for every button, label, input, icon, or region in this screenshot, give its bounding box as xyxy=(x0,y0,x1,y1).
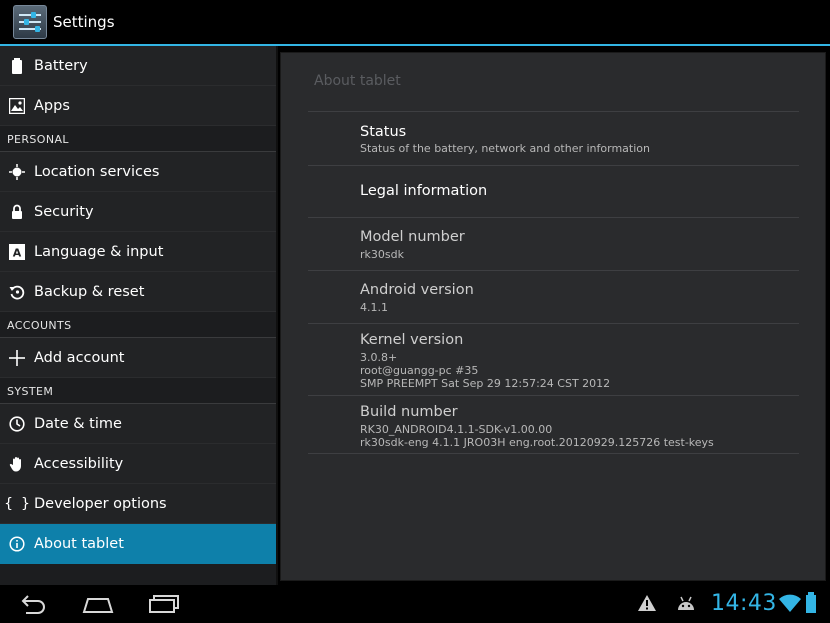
recent-apps-icon xyxy=(149,595,179,613)
sidebar-item-language-input[interactable]: A Language & input xyxy=(0,232,276,272)
sidebar-item-developer-options[interactable]: { } Developer options xyxy=(0,484,276,524)
pref-model-number: Model number rk30sdk xyxy=(308,218,799,271)
action-bar: Settings xyxy=(0,0,830,46)
pref-summary: RK30_ANDROID4.1.1-SDK-v1.00.00 xyxy=(360,423,553,436)
location-icon xyxy=(0,163,34,180)
pref-title: Status xyxy=(360,124,407,140)
section-header-personal: PERSONAL xyxy=(0,126,276,152)
about-tablet-panel: About tablet Status Status of the batter… xyxy=(280,52,826,581)
pref-title: Build number xyxy=(360,404,458,420)
pref-legal-information[interactable]: Legal information xyxy=(308,166,799,218)
battery-status-icon xyxy=(805,592,817,618)
pref-summary: 4.1.1 xyxy=(360,301,388,314)
home-icon xyxy=(82,598,114,613)
pref-build-number[interactable]: Build number RK30_ANDROID4.1.1-SDK-v1.00… xyxy=(308,396,799,454)
backup-icon xyxy=(0,284,34,300)
plus-icon xyxy=(0,349,34,366)
home-button[interactable] xyxy=(82,593,114,615)
svg-text:A: A xyxy=(13,246,22,259)
pref-summary: rk30sdk-eng 4.1.1 JRO03H eng.root.201209… xyxy=(360,436,714,449)
sidebar-item-security[interactable]: Security xyxy=(0,192,276,232)
sidebar-item-location-services[interactable]: Location services xyxy=(0,152,276,192)
pref-android-version[interactable]: Android version 4.1.1 xyxy=(308,271,799,324)
sidebar-item-label: Date & time xyxy=(34,415,122,432)
sidebar-item-label: Accessibility xyxy=(34,455,124,472)
pref-summary: root@guangg-pc #35 xyxy=(360,364,479,377)
warning-icon[interactable] xyxy=(638,595,656,615)
settings-icon[interactable] xyxy=(13,5,47,39)
back-button[interactable] xyxy=(18,593,50,615)
wifi-icon xyxy=(779,593,801,617)
sidebar-item-label: Battery xyxy=(34,57,88,74)
braces-icon: { } xyxy=(4,495,30,512)
sidebar-item-label: Language & input xyxy=(34,243,164,260)
sidebar-item-label: Add account xyxy=(34,349,125,366)
pref-title: Legal information xyxy=(360,183,488,199)
app-title: Settings xyxy=(53,13,115,31)
sidebar-item-date-time[interactable]: Date & time xyxy=(0,404,276,444)
pref-title: Model number xyxy=(360,229,465,245)
section-header-system: SYSTEM xyxy=(0,378,276,404)
pref-summary: rk30sdk xyxy=(360,248,404,261)
battery-icon xyxy=(0,57,34,74)
sidebar-item-label: Apps xyxy=(34,97,70,114)
pref-summary: SMP PREEMPT Sat Sep 29 12:57:24 CST 2012 xyxy=(360,377,611,390)
sidebar-item-label: Location services xyxy=(34,163,160,180)
sidebar-item-label: Developer options xyxy=(34,495,167,512)
system-bar xyxy=(0,585,830,623)
pref-kernel-version: Kernel version 3.0.8+ root@guangg-pc #35… xyxy=(308,324,799,396)
sidebar-item-add-account[interactable]: Add account xyxy=(0,338,276,378)
sidebar-item-about-tablet[interactable]: About tablet xyxy=(0,524,276,564)
sidebar-item-label: Security xyxy=(34,203,94,220)
sidebar-item-apps[interactable]: Apps xyxy=(0,86,276,126)
info-icon xyxy=(0,535,34,552)
about-list: Status Status of the battery, network an… xyxy=(308,111,799,454)
language-icon: A xyxy=(0,243,34,260)
section-header-accounts: ACCOUNTS xyxy=(0,312,276,338)
back-icon xyxy=(21,595,45,614)
lock-icon xyxy=(0,204,34,220)
hand-icon xyxy=(0,456,34,472)
recent-apps-button[interactable] xyxy=(148,593,180,615)
panel-title: About tablet xyxy=(314,73,401,89)
android-debug-icon[interactable] xyxy=(676,595,696,615)
pref-title: Kernel version xyxy=(360,332,464,348)
sidebar-item-backup-reset[interactable]: Backup & reset xyxy=(0,272,276,312)
apps-icon xyxy=(0,97,34,114)
settings-headers-list[interactable]: Battery Apps PERSONAL Location services … xyxy=(0,46,278,585)
pref-title: Android version xyxy=(360,282,474,298)
pref-summary: 3.0.8+ xyxy=(360,351,398,364)
sidebar-item-label: About tablet xyxy=(34,535,124,552)
status-clock[interactable]: 14:43 xyxy=(711,591,777,616)
sidebar-item-label: Backup & reset xyxy=(34,283,145,300)
sidebar-item-accessibility[interactable]: Accessibility xyxy=(0,444,276,484)
pref-summary: Status of the battery, network and other… xyxy=(360,142,650,155)
pref-status[interactable]: Status Status of the battery, network an… xyxy=(308,112,799,166)
sidebar-item-battery[interactable]: Battery xyxy=(0,46,276,86)
clock-icon xyxy=(0,415,34,432)
